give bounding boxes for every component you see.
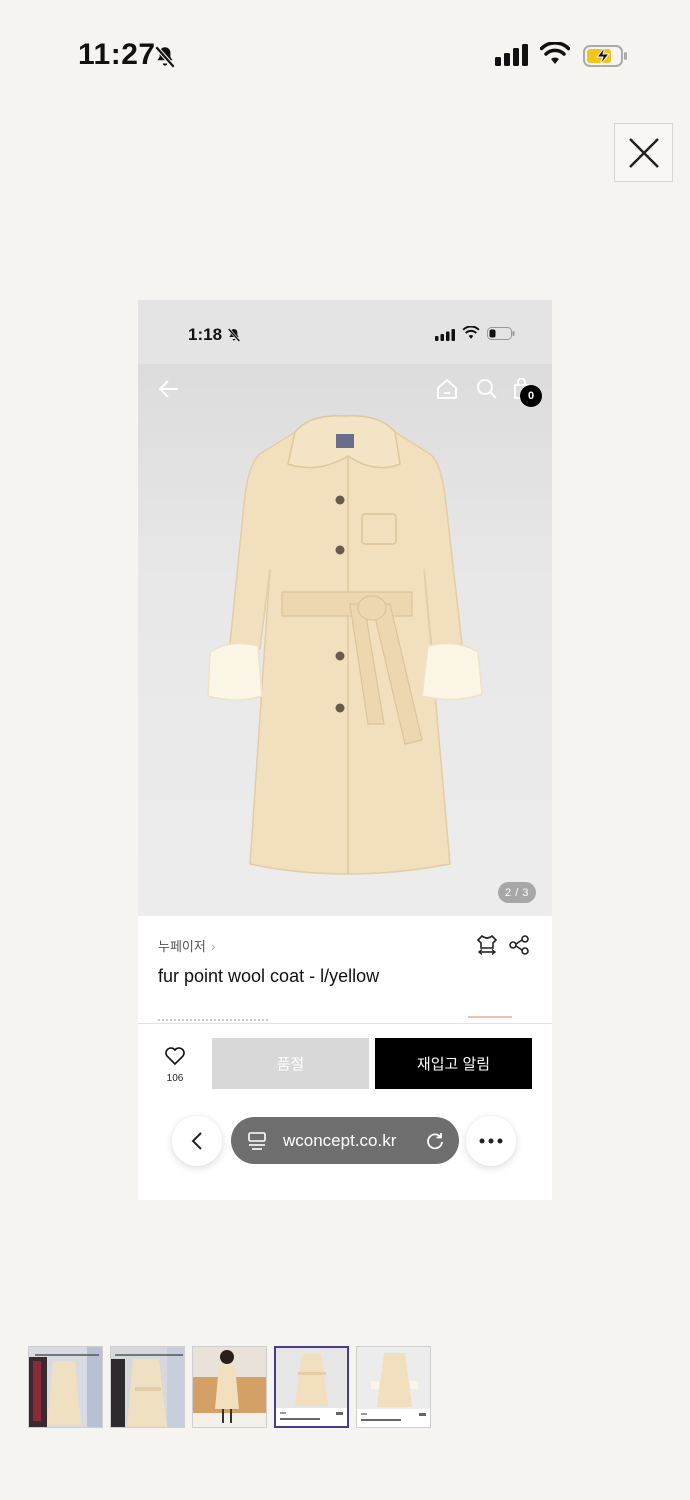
arrow-left-icon[interactable] — [158, 378, 180, 405]
product-screenshot-image — [276, 1348, 347, 1426]
cart-count-badge: 0 — [520, 385, 542, 407]
inner-status-bar: 1:18 — [138, 300, 552, 364]
heart-icon — [165, 1047, 185, 1066]
size-guide-icon[interactable] — [476, 934, 498, 961]
product-info: 누페이저 › fur point wool coat - l/yellow — [138, 916, 552, 1024]
thumbnail-model-photo[interactable] — [192, 1346, 267, 1428]
wishlist-button[interactable]: 106 — [160, 1046, 190, 1084]
chevron-right-icon: › — [210, 937, 216, 954]
inner-wifi-icon — [462, 325, 480, 345]
wishlist-count: 106 — [166, 1073, 184, 1084]
close-button[interactable] — [614, 123, 673, 182]
close-icon — [628, 137, 659, 168]
inner-signal-icon — [435, 328, 455, 346]
more-options-button[interactable] — [466, 1116, 516, 1166]
screenshot-preview: 1:18 0 2 / 3 누페이저 › fur point wool coat … — [138, 300, 552, 1200]
chevron-left-icon — [191, 1132, 202, 1150]
brand-name: 누페이저 — [158, 939, 206, 954]
status-time: 11:27 — [78, 38, 156, 71]
thumbnail-strip — [28, 1346, 431, 1428]
restock-alert-button[interactable]: 재입고 알림 — [375, 1038, 532, 1089]
inner-status-time: 1:18 — [188, 325, 223, 344]
purchase-bar: 106 품절 재입고 알림 wconcept.co.kr — [138, 1023, 552, 1200]
thumbnail-rack-photo-2[interactable] — [110, 1346, 185, 1428]
coat-image — [207, 415, 483, 875]
tabs-icon[interactable] — [247, 1131, 267, 1156]
thumbnail-product-screenshot-alt[interactable] — [356, 1346, 431, 1428]
url-text: wconcept.co.kr — [283, 1131, 397, 1150]
share-icon[interactable] — [508, 934, 530, 961]
thumbnail-rack-photo-1[interactable] — [28, 1346, 103, 1428]
cellular-signal-icon — [495, 44, 529, 71]
wifi-icon — [539, 41, 571, 71]
soldout-button[interactable]: 품절 — [212, 1038, 369, 1089]
inner-battery-icon — [487, 327, 515, 345]
battery-charging-icon — [583, 44, 629, 73]
product-title: fur point wool coat - l/yellow — [158, 966, 380, 986]
discount-row-cut — [468, 1016, 512, 1020]
status-bar: 11:27 — [0, 0, 690, 110]
image-pager: 2 / 3 — [498, 882, 536, 903]
model-photo-image — [193, 1347, 266, 1427]
rack-photo-image — [29, 1347, 102, 1427]
product-screenshot-image — [357, 1347, 430, 1427]
product-image[interactable]: 0 2 / 3 — [138, 364, 552, 916]
browser-back-button[interactable] — [172, 1116, 222, 1166]
ellipsis-icon — [479, 1138, 503, 1144]
reload-icon[interactable] — [425, 1131, 445, 1156]
address-bar[interactable]: wconcept.co.kr — [231, 1117, 459, 1164]
rack-photo-image — [111, 1347, 184, 1427]
inner-bell-muted-icon — [226, 327, 242, 348]
brand-link[interactable]: 누페이저 › — [158, 936, 216, 955]
bell-muted-icon — [152, 44, 178, 75]
thumbnail-product-screenshot-current[interactable] — [274, 1346, 349, 1428]
